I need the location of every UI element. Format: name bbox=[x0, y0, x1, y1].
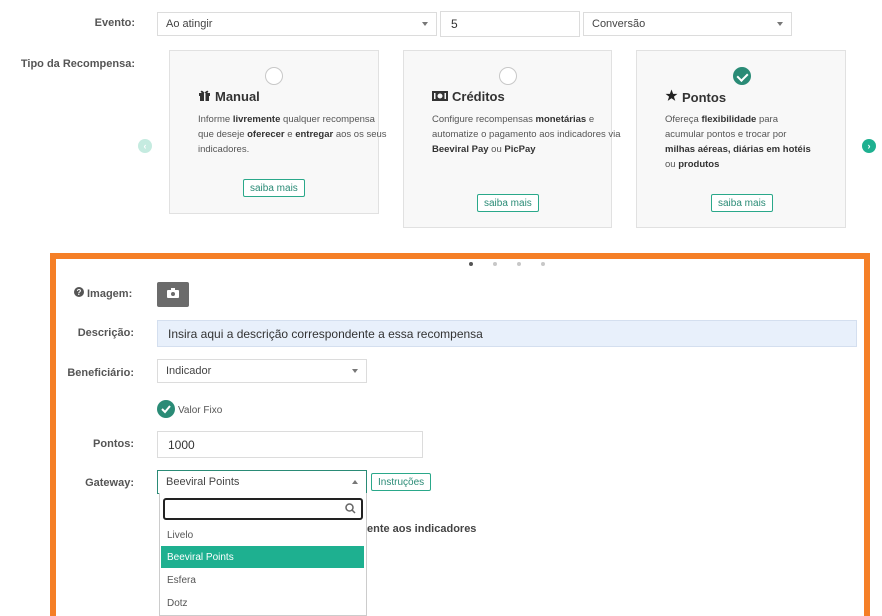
beneficiario-value: Indicador bbox=[166, 365, 212, 377]
descricao-input[interactable]: Insira aqui a descrição correspondente a… bbox=[157, 320, 857, 347]
gateway-value: Beeviral Points bbox=[166, 476, 240, 488]
chevron-left-icon: ‹ bbox=[143, 141, 147, 151]
star-icon bbox=[665, 89, 678, 105]
svg-text:?: ? bbox=[77, 288, 82, 297]
help-icon: ? bbox=[74, 287, 84, 300]
beneficiario-label: Beneficiário: bbox=[67, 367, 134, 379]
gateway-option[interactable]: Livelo bbox=[161, 524, 364, 546]
gateway-option-selected[interactable]: Beeviral Points bbox=[161, 546, 364, 568]
gift-icon bbox=[198, 89, 211, 104]
evento-trigger-select[interactable]: Ao atingir bbox=[157, 12, 437, 36]
gateway-option[interactable]: Dotz bbox=[161, 592, 364, 614]
saiba-mais-button[interactable]: saiba mais bbox=[477, 194, 539, 212]
gateway-search-input[interactable] bbox=[163, 498, 363, 520]
reward-card-description: Configure recompensas monetárias e autom… bbox=[432, 114, 621, 155]
gateway-option[interactable]: Esfera bbox=[161, 569, 364, 591]
money-icon bbox=[432, 89, 448, 104]
reward-card-title: Pontos bbox=[665, 89, 726, 105]
chevron-up-icon bbox=[352, 480, 358, 484]
carousel-next-button[interactable]: › bbox=[862, 139, 876, 153]
evento-label: Evento: bbox=[94, 17, 135, 29]
gateway-select[interactable]: Beeviral Points bbox=[157, 470, 367, 494]
chevron-down-icon bbox=[352, 369, 358, 373]
chevron-right-icon: › bbox=[867, 141, 871, 151]
search-icon bbox=[345, 503, 356, 517]
evento-type-select[interactable]: Conversão bbox=[583, 12, 792, 36]
reward-radio-creditos[interactable] bbox=[499, 67, 517, 85]
check-circle-icon bbox=[157, 400, 175, 421]
reward-card-description: Ofereça flexibilidade para acumular pont… bbox=[665, 114, 811, 170]
reward-card-title: Manual bbox=[198, 89, 260, 104]
tipo-recompensa-label: Tipo da Recompensa: bbox=[20, 58, 135, 70]
evento-trigger-value: Ao atingir bbox=[166, 18, 213, 30]
imagem-label-group: ? Imagem: bbox=[74, 287, 132, 300]
upload-image-button[interactable] bbox=[157, 282, 189, 307]
instrucoes-button[interactable]: Instruções bbox=[371, 473, 432, 491]
gateway-label: Gateway: bbox=[85, 477, 134, 489]
camera-icon bbox=[167, 288, 179, 301]
pontos-label: Pontos: bbox=[93, 438, 134, 450]
reward-radio-manual[interactable] bbox=[265, 67, 283, 85]
descricao-label: Descrição: bbox=[77, 327, 134, 339]
saiba-mais-button[interactable]: saiba mais bbox=[711, 194, 773, 212]
indicadores-text: ente aos indicadores bbox=[367, 523, 477, 535]
reward-card-pontos[interactable]: Pontos Ofereça flexibilidade para acumul… bbox=[636, 50, 846, 228]
valor-fixo-toggle[interactable]: Valor Fixo bbox=[157, 400, 222, 421]
reward-radio-pontos[interactable] bbox=[733, 67, 751, 85]
chevron-down-icon bbox=[422, 22, 428, 26]
beneficiario-select[interactable]: Indicador bbox=[157, 359, 367, 383]
pontos-input[interactable]: 1000 bbox=[157, 431, 423, 458]
reward-card-title: Créditos bbox=[432, 89, 505, 104]
carousel-prev-button[interactable]: ‹ bbox=[138, 139, 152, 153]
reward-card-manual[interactable]: Manual Informe livremente qualquer recom… bbox=[169, 50, 387, 214]
reward-card-creditos[interactable]: Créditos Configure recompensas monetária… bbox=[403, 50, 621, 228]
gateway-dropdown: Livelo Beeviral Points Esfera Dotz bbox=[159, 493, 367, 616]
reward-card-description: Informe livremente qualquer recompensa q… bbox=[198, 114, 387, 155]
evento-type-value: Conversão bbox=[592, 18, 646, 30]
chevron-down-icon bbox=[777, 22, 783, 26]
evento-quantity-input[interactable]: 5 bbox=[440, 11, 580, 37]
saiba-mais-button[interactable]: saiba mais bbox=[243, 179, 305, 197]
